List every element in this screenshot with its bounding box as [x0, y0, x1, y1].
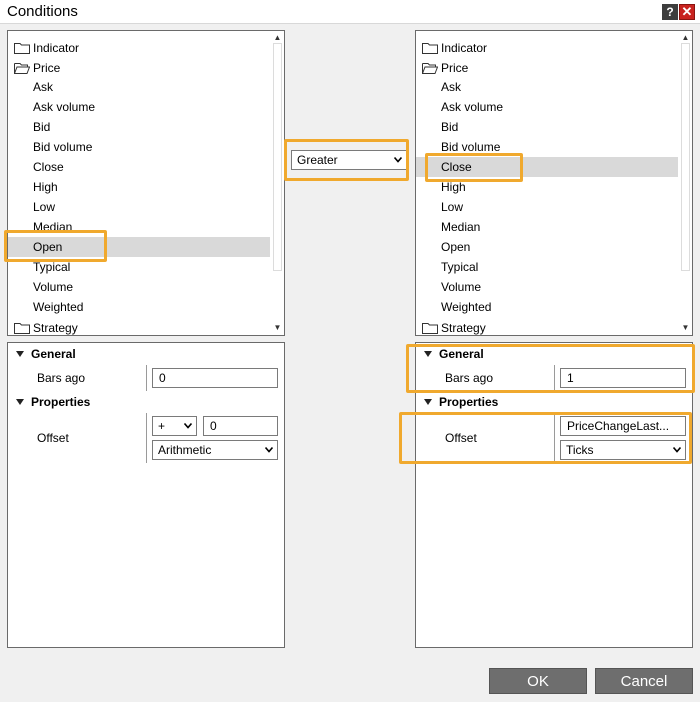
tree-label: Strategy	[33, 321, 78, 335]
tree-folder-indicator[interactable]: Indicator	[416, 38, 678, 58]
tree-folder-price[interactable]: Price	[8, 58, 270, 78]
title-bar: Conditions ? ✕	[0, 0, 700, 24]
offset-label: Offset	[37, 431, 69, 445]
column-divider	[554, 365, 555, 391]
operator-value: Greater	[297, 153, 338, 167]
collapse-triangle-icon	[16, 399, 24, 405]
column-divider	[554, 413, 555, 463]
tree-item-close[interactable]: Close	[8, 157, 270, 177]
offset-value-input[interactable]: 0	[203, 416, 278, 436]
tree-folder-price[interactable]: Price	[416, 58, 678, 78]
tree-item-ask[interactable]: Ask	[8, 77, 270, 97]
folder-icon	[14, 43, 30, 54]
offset-type-select[interactable]: Arithmetic	[152, 440, 278, 460]
collapse-triangle-icon	[16, 351, 24, 357]
bars-ago-label: Bars ago	[37, 371, 86, 385]
tree-item-low[interactable]: Low	[8, 197, 270, 217]
help-button[interactable]: ?	[662, 4, 678, 20]
scroll-up-icon[interactable]: ▲	[271, 33, 284, 43]
tree-label: Indicator	[441, 41, 488, 55]
folder-icon	[14, 323, 30, 334]
general-section-header[interactable]: General	[8, 344, 284, 364]
left-tree-scrollbar[interactable]: ▲ ▼	[271, 31, 284, 335]
offset-value-input[interactable]: PriceChangeLast...	[560, 416, 686, 436]
offset-label: Offset	[445, 431, 477, 445]
tree-item-volume[interactable]: Volume	[416, 277, 678, 297]
collapse-triangle-icon	[424, 351, 432, 357]
tree-item-bid-volume[interactable]: Bid volume	[8, 137, 270, 157]
chevron-down-icon	[184, 423, 192, 429]
tree-item-ask[interactable]: Ask	[416, 77, 678, 97]
bars-ago-label: Bars ago	[445, 371, 494, 385]
right-tree-panel[interactable]: Indicator Price Ask Ask volume Bid Bid v…	[415, 30, 693, 336]
properties-section-header[interactable]: Properties	[8, 392, 284, 412]
tree-item-weighted[interactable]: Weighted	[8, 297, 270, 317]
window-title: Conditions	[7, 3, 78, 20]
close-icon: ✕	[681, 4, 693, 19]
tree-label: Price	[33, 61, 61, 75]
tree-folder-strategy[interactable]: Strategy	[416, 318, 678, 335]
chevron-down-icon	[265, 447, 273, 453]
tree-item-high[interactable]: High	[8, 177, 270, 197]
chevron-down-icon	[394, 157, 402, 163]
tree-item-typical[interactable]: Typical	[8, 257, 270, 277]
offset-type-select[interactable]: Ticks	[560, 440, 686, 460]
scroll-thumb[interactable]	[273, 43, 282, 271]
tree-item-volume[interactable]: Volume	[8, 277, 270, 297]
close-button[interactable]: ✕	[679, 4, 695, 20]
tree-item-bid[interactable]: Bid	[416, 117, 678, 137]
collapse-triangle-icon	[424, 399, 432, 405]
folder-icon	[422, 43, 438, 54]
scroll-up-icon[interactable]: ▲	[679, 33, 692, 43]
cancel-button[interactable]: Cancel	[595, 668, 693, 694]
offset-sign-select[interactable]: +	[152, 416, 197, 436]
scroll-down-icon[interactable]: ▼	[679, 323, 692, 333]
tree-label: Strategy	[441, 321, 486, 335]
tree-folder-strategy[interactable]: Strategy	[8, 318, 270, 335]
help-icon: ?	[666, 5, 674, 19]
tree-label: Indicator	[33, 41, 80, 55]
tree-item-bid[interactable]: Bid	[8, 117, 270, 137]
properties-section-header[interactable]: Properties	[416, 392, 692, 412]
tree-item-bid-volume[interactable]: Bid volume	[416, 137, 678, 157]
column-divider	[146, 413, 147, 463]
tree-item-ask-volume[interactable]: Ask volume	[416, 97, 678, 117]
open-folder-icon	[14, 63, 30, 74]
right-properties-panel: General Bars ago 1 Properties Offset Pri…	[415, 342, 693, 648]
tree-item-median[interactable]: Median	[8, 217, 270, 237]
column-divider	[146, 365, 147, 391]
left-properties-panel: General Bars ago 0 Properties Offset + 0…	[7, 342, 285, 648]
tree-item-high[interactable]: High	[416, 177, 678, 197]
bars-ago-input[interactable]: 0	[152, 368, 278, 388]
scroll-thumb[interactable]	[681, 43, 690, 271]
open-folder-icon	[422, 63, 438, 74]
right-tree-scrollbar[interactable]: ▲ ▼	[679, 31, 692, 335]
tree-item-ask-volume[interactable]: Ask volume	[8, 97, 270, 117]
folder-icon	[422, 323, 438, 334]
bars-ago-input[interactable]: 1	[560, 368, 686, 388]
tree-folder-indicator[interactable]: Indicator	[8, 38, 270, 58]
ok-button[interactable]: OK	[489, 668, 587, 694]
chevron-down-icon	[673, 447, 681, 453]
tree-label: Price	[441, 61, 469, 75]
operator-select[interactable]: Greater	[291, 150, 407, 170]
tree-item-low[interactable]: Low	[416, 197, 678, 217]
scroll-down-icon[interactable]: ▼	[271, 323, 284, 333]
tree-item-weighted[interactable]: Weighted	[416, 297, 678, 317]
left-tree-panel[interactable]: Indicator Price Ask Ask volume Bid Bid v…	[7, 30, 285, 336]
tree-item-open[interactable]: Open	[416, 237, 678, 257]
tree-item-open[interactable]: Open	[8, 237, 270, 257]
tree-item-typical[interactable]: Typical	[416, 257, 678, 277]
general-section-header[interactable]: General	[416, 344, 692, 364]
tree-item-close[interactable]: Close	[416, 157, 678, 177]
tree-item-median[interactable]: Median	[416, 217, 678, 237]
